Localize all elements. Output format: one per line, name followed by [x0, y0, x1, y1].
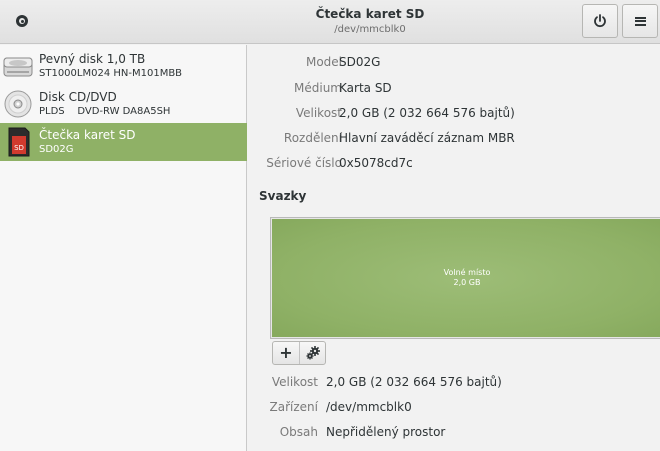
volume-size-label: Velikost	[271, 375, 318, 389]
svg-text:SD: SD	[14, 144, 24, 152]
device-row-sd-card[interactable]: SD Čtečka karet SD SD02G	[0, 123, 247, 161]
device-name: Disk CD/DVD	[39, 90, 117, 104]
volume-contents-label: Obsah	[279, 425, 318, 439]
medium-label: Médium	[294, 81, 342, 95]
drive-details-pane: Model SD02G Médium Karta SD Velikost 2,0…	[248, 45, 660, 451]
optical-disc-icon	[4, 90, 32, 118]
gears-icon	[306, 346, 320, 360]
volume-device-label: Zařízení	[269, 400, 318, 414]
volume-toolbar: +	[272, 341, 326, 365]
free-space-size: 2,0 GB	[453, 278, 481, 287]
volume-map: Volné místo 2,0 GB	[270, 217, 660, 339]
device-model: SD02G	[39, 144, 74, 155]
header-bar: Čtečka karet SD /dev/mmcblk0	[0, 0, 660, 44]
device-model: ST1000LM024 HN-M101MBB	[39, 68, 183, 79]
partitioning-value: Hlavní zaváděcí záznam MBR	[339, 131, 515, 145]
power-button[interactable]	[582, 4, 618, 38]
power-icon	[594, 14, 606, 28]
device-sidebar: Pevný disk 1,0 TB ST1000LM024 HN-M101MBB…	[0, 45, 247, 451]
add-icon: +	[279, 343, 293, 362]
disc-icon	[12, 11, 32, 31]
device-row-hard-disk[interactable]: Pevný disk 1,0 TB ST1000LM024 HN-M101MBB	[0, 47, 247, 85]
hamburger-menu-icon	[634, 16, 646, 26]
size-value: 2,0 GB (2 032 664 576 bajtů)	[339, 106, 515, 120]
window-title: Čtečka karet SD	[315, 7, 425, 21]
volume-size-value: 2,0 GB (2 032 664 576 bajtů)	[326, 375, 502, 389]
create-partition-button[interactable]: +	[273, 342, 299, 364]
serial-label: Sériové číslo	[266, 156, 342, 170]
model-label: Model	[305, 55, 342, 69]
size-label: Velikost	[295, 106, 342, 120]
free-space-segment[interactable]: Volné místo 2,0 GB	[272, 219, 660, 337]
window-subtitle: /dev/mmcblk0	[334, 24, 406, 35]
device-name: Čtečka karet SD	[39, 128, 136, 142]
hard-disk-icon	[3, 57, 33, 77]
volumes-heading: Svazky	[259, 189, 307, 203]
device-row-optical[interactable]: Disk CD/DVD PLDS DVD-RW DA8A5SH	[0, 85, 247, 123]
model-value: SD02G	[339, 55, 381, 69]
medium-value: Karta SD	[339, 81, 392, 95]
partition-options-button[interactable]	[299, 342, 325, 364]
device-name: Pevný disk 1,0 TB	[39, 52, 146, 66]
menu-button[interactable]	[622, 4, 658, 38]
volume-contents-value: Nepřidělený prostor	[326, 425, 446, 439]
free-space-label: Volné místo	[443, 268, 491, 277]
sd-card-icon: SD	[8, 127, 30, 157]
serial-value: 0x5078cd7c	[339, 156, 413, 170]
device-model: PLDS DVD-RW DA8A5SH	[39, 106, 171, 117]
partitioning-label: Rozdělení	[283, 131, 342, 145]
volume-device-value: /dev/mmcblk0	[326, 400, 412, 414]
